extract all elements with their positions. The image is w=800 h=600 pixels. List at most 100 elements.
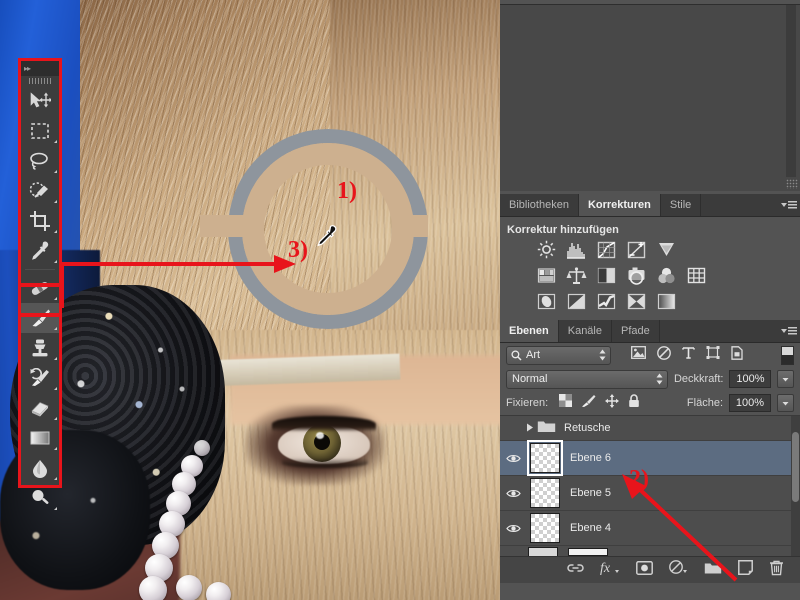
layer-mask-button[interactable] — [636, 560, 653, 580]
layer-thumbnail[interactable] — [530, 478, 560, 508]
tool-move-tool[interactable] — [20, 86, 60, 116]
chevron-down-icon — [782, 377, 789, 381]
panel-menu-button[interactable] — [778, 320, 800, 342]
tab-ebenen[interactable]: Ebenen — [500, 320, 559, 342]
adj-threshold-button[interactable] — [596, 292, 617, 311]
empty-panel-scrollbar[interactable] — [786, 5, 796, 177]
adj-hue-saturation-button[interactable] — [536, 266, 557, 285]
layer-thumbnail-partial[interactable] — [528, 547, 558, 556]
lock-position-icon[interactable] — [605, 393, 620, 413]
tab-bibliotheken[interactable]: Bibliotheken — [500, 194, 579, 216]
tab-stile[interactable]: Stile — [660, 194, 702, 216]
tool-history-brush-tool[interactable] — [20, 363, 60, 393]
adj-invert-button[interactable] — [536, 292, 557, 311]
group-expand-triangle-icon[interactable] — [526, 419, 534, 437]
panel-menu-button[interactable] — [778, 194, 800, 216]
tool-crop-tool[interactable] — [20, 206, 60, 236]
filter-toggle-switch[interactable] — [781, 345, 794, 365]
layer-row-ebene-4[interactable]: Ebene 4 — [500, 511, 800, 546]
layer-thumbnail-wrap[interactable] — [526, 478, 562, 508]
layer-name-ebene-4[interactable]: Ebene 4 — [570, 522, 611, 534]
layer-row-ebene-5[interactable]: Ebene 5 — [500, 476, 800, 511]
adj-exposure-button[interactable] — [626, 240, 647, 259]
tool-marquee-tool[interactable] — [20, 116, 60, 146]
link-layers-button[interactable] — [567, 561, 584, 579]
layer-visibility-toggle[interactable] — [500, 523, 526, 534]
layer-list[interactable]: Retusche Ebene 6 Ebene 5 Ebene 4 — [500, 415, 800, 556]
opacity-value[interactable]: 100% — [729, 370, 772, 388]
layer-filter-type-select[interactable]: Art — [506, 345, 611, 365]
tab-kanaele[interactable]: Kanäle — [558, 320, 612, 342]
layer-filter-row: Art — [500, 343, 800, 367]
new-layer-button[interactable] — [738, 560, 753, 580]
opacity-dropdown-button[interactable] — [777, 370, 794, 388]
layer-row-ebene-6[interactable]: Ebene 6 — [500, 440, 800, 476]
gradient-icon — [30, 431, 50, 445]
tab-korrekturen[interactable]: Korrekturen — [578, 194, 661, 216]
black-white-icon — [597, 267, 616, 284]
new-fill-adjustment-button[interactable] — [669, 560, 688, 580]
tool-eyedropper-tool[interactable] — [20, 236, 60, 266]
tool-clone-stamp-tool[interactable] — [20, 333, 60, 363]
layer-visibility-toggle[interactable] — [500, 453, 526, 464]
delete-layer-button[interactable] — [769, 560, 784, 581]
tool-gradient-tool[interactable] — [20, 423, 60, 453]
layer-thumbnail[interactable] — [527, 440, 563, 476]
adjustment-layer-icon[interactable] — [657, 345, 671, 365]
tool-blur-tool[interactable] — [20, 453, 60, 483]
type-layer-icon[interactable] — [682, 346, 695, 364]
adj-levels-button[interactable] — [566, 240, 587, 259]
tool-eraser-tool[interactable] — [20, 393, 60, 423]
adj-black-white-button[interactable] — [596, 266, 617, 285]
tool-brush-tool[interactable] — [20, 303, 60, 333]
tool-lasso-tool[interactable] — [20, 146, 60, 176]
lock-transparent-pixels-icon[interactable] — [559, 394, 573, 412]
image-canvas[interactable]: 1) 3) — [0, 0, 500, 600]
adj-posterize-button[interactable] — [566, 292, 587, 311]
layer-list-scrollbar-thumb[interactable] — [792, 432, 799, 502]
adj-color-lookup-button[interactable] — [686, 266, 707, 285]
lock-all-icon[interactable] — [628, 393, 640, 413]
adj-photo-filter-button[interactable] — [626, 266, 647, 285]
layer-row-partial[interactable] — [500, 546, 800, 556]
adj-channel-mixer-button[interactable] — [656, 266, 677, 285]
adj-selective-color-button[interactable] — [626, 292, 647, 311]
tool-healing-brush-tool[interactable] — [20, 273, 60, 303]
layer-thumbnail-wrap[interactable] — [526, 440, 563, 476]
adj-gradient-map-button[interactable] — [656, 292, 677, 311]
tools-panel[interactable]: ▸▸ — [20, 60, 60, 510]
hue-saturation-icon — [537, 268, 556, 283]
adj-color-balance-button[interactable] — [566, 266, 587, 285]
svg-text:fx: fx — [600, 561, 611, 575]
blend-mode-select[interactable]: Normal — [506, 369, 668, 389]
layer-list-scrollbar[interactable] — [791, 416, 800, 556]
tool-quick-selection-tool[interactable] — [20, 176, 60, 206]
tools-panel-grip[interactable] — [20, 76, 60, 86]
panel-resize-grip-icon[interactable] — [786, 179, 798, 189]
layer-name-ebene-6[interactable]: Ebene 6 — [570, 452, 611, 464]
tools-panel-collapse-button[interactable]: ▸▸ — [20, 60, 60, 76]
layer-visibility-toggle[interactable] — [500, 488, 526, 499]
layer-thumbnail[interactable] — [530, 513, 560, 543]
adj-curves-button[interactable] — [596, 240, 617, 259]
smart-object-icon[interactable] — [731, 345, 744, 365]
lock-image-pixels-icon[interactable] — [581, 394, 596, 413]
tab-pfade[interactable]: Pfade — [612, 320, 660, 342]
layer-row-retusche[interactable]: Retusche — [500, 416, 800, 441]
pixel-layer-icon[interactable] — [631, 346, 646, 364]
tool-dodge-tool[interactable] — [20, 483, 60, 513]
adj-brightness-contrast-button[interactable] — [536, 240, 557, 259]
shape-layer-icon[interactable] — [706, 346, 720, 364]
layers-panel: Ebenen Kanäle Pfade Art Normal Deckkraft… — [500, 320, 800, 600]
layer-name-ebene-5[interactable]: Ebene 5 — [570, 487, 611, 499]
adj-vibrance-button[interactable] — [656, 240, 677, 259]
layer-name-retusche[interactable]: Retusche — [564, 422, 610, 434]
new-group-button[interactable] — [704, 561, 722, 580]
layer-style-button[interactable]: fx — [600, 560, 620, 580]
tool-divider — [25, 269, 55, 270]
fill-dropdown-button[interactable] — [777, 394, 794, 412]
layer-mask-thumbnail-partial[interactable] — [568, 548, 608, 556]
layer-visibility-toggle[interactable] — [500, 423, 526, 434]
layer-thumbnail-wrap[interactable] — [526, 513, 562, 543]
fill-value[interactable]: 100% — [729, 394, 771, 412]
